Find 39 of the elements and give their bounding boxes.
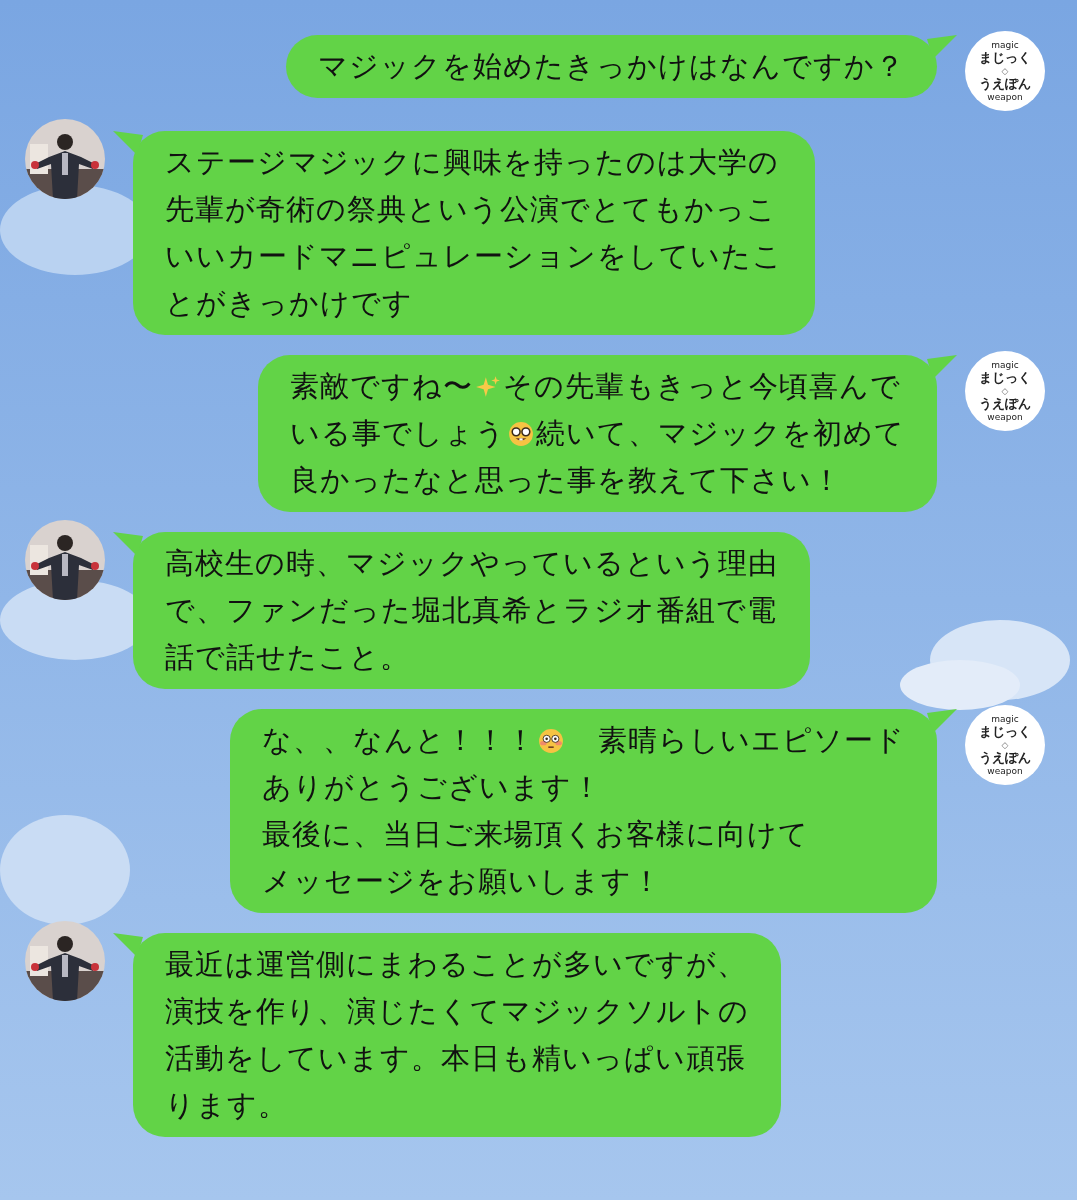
message-text: 素敵ですね〜 [290, 368, 473, 405]
logo-text: magic [991, 360, 1019, 370]
message-text: 活動をしています。本日も精いっぱい頑張 [165, 1040, 746, 1077]
logo-text: ◇ [1001, 740, 1009, 750]
message-text: で、ファンだった堀北真希とラジオ番組で電 [165, 592, 777, 629]
logo-text: weapon [987, 412, 1023, 422]
message-text: とがきっかけです [165, 285, 413, 322]
logo-text: まじっく [979, 50, 1031, 66]
message-text: な、、なんと！！！ [262, 722, 536, 759]
message-text: 最近は運営側にまわることが多いですが、 [165, 946, 747, 983]
logo-text: ◇ [1001, 386, 1009, 396]
message-text: メッセージをお願いします！ [262, 863, 662, 900]
message-text: 最後に、当日ご来場頂くお客様に向けて [262, 816, 809, 853]
message-text: 先輩が奇術の祭典という公演でとてもかっこ [165, 191, 777, 228]
logo-text: magic [991, 40, 1019, 50]
logo-text: まじっく [979, 370, 1031, 386]
message-text: ります。 [165, 1087, 288, 1124]
wide-eyed-face-icon [538, 727, 564, 754]
logo-text: magic [991, 714, 1019, 724]
glasses-face-icon [508, 420, 534, 447]
message-text: ありがとうございます！ [262, 769, 602, 806]
logo-text: うえぽん [979, 750, 1031, 766]
message-text: マジックを始めたきっかけはなんですか？ [318, 48, 905, 85]
message-text: 素晴らしいエピソード [598, 722, 905, 759]
message-text: 良かったなと思った事を教えて下さい！ [290, 462, 842, 499]
logo-text: ◇ [1001, 66, 1009, 76]
logo-text: うえぽん [979, 76, 1031, 92]
message-text: 話で話せたこと。 [165, 639, 410, 676]
message-text: いいカードマニピュレーションをしていたこ [165, 238, 783, 275]
message-text: その先輩もきっと今頃喜んで [503, 368, 901, 405]
message-text: 高校生の時、マジックやっているという理由 [165, 545, 778, 582]
logo-text: うえぽん [979, 396, 1031, 412]
logo-text: まじっく [979, 724, 1031, 740]
logo-text: weapon [987, 766, 1023, 776]
message-text: 続いて、マジックを初めて [536, 415, 905, 452]
message-text: ステージマジックに興味を持ったのは大学の [165, 144, 779, 181]
logo-text: weapon [987, 92, 1023, 102]
message-text: いる事でしょう [290, 415, 506, 452]
message-text: 演技を作り、演じたくてマジックソルトの [165, 993, 749, 1030]
